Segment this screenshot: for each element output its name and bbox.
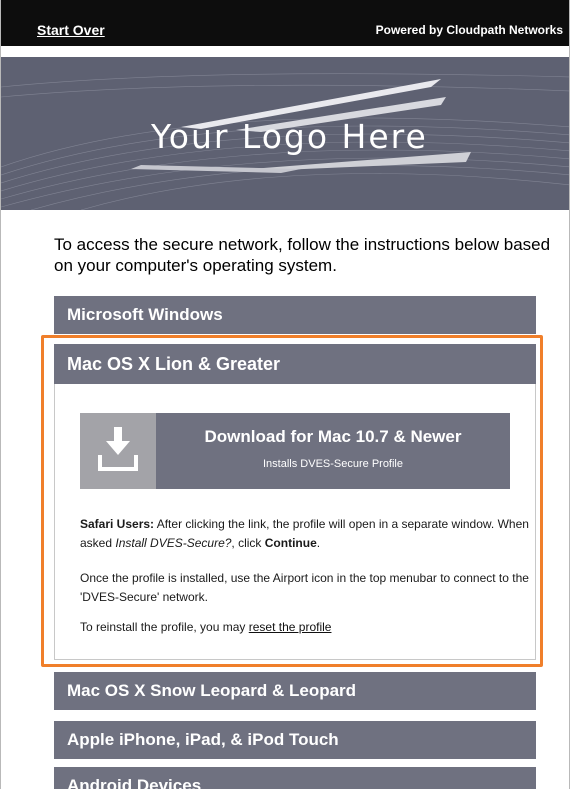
portal-page: Start Over Powered by Cloudpath Networks… — [0, 0, 570, 789]
section-microsoft-windows[interactable]: Microsoft Windows — [54, 296, 536, 334]
logo-text: Your Logo Here — [151, 117, 428, 156]
section-android[interactable]: Android Devices — [54, 767, 536, 789]
powered-by-text: Powered by Cloudpath Networks — [375, 23, 563, 37]
logo-banner: Your Logo Here — [1, 57, 569, 210]
top-bar: Start Over Powered by Cloudpath Networks — [1, 0, 569, 46]
section-apple-ios[interactable]: Apple iPhone, iPad, & iPod Touch — [54, 721, 536, 759]
selected-section-highlight — [41, 335, 543, 667]
intro-text: To access the secure network, follow the… — [54, 235, 551, 275]
section-mac-snow-leopard[interactable]: Mac OS X Snow Leopard & Leopard — [54, 672, 536, 710]
start-over-link[interactable]: Start Over — [37, 22, 105, 38]
